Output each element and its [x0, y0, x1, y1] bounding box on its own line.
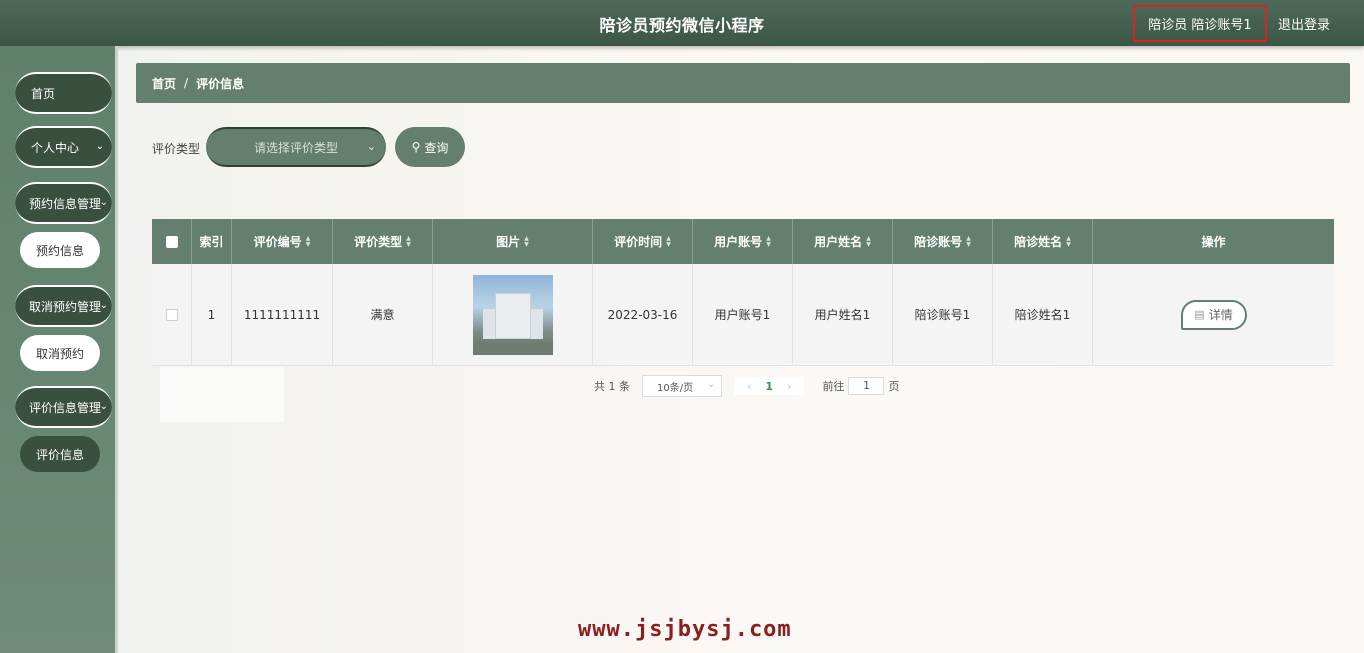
sidebar-item-label: 取消预约管理 — [29, 299, 102, 314]
sidebar-item-booking-management[interactable]: 预约信息管理 ⌄ — [15, 182, 112, 224]
sort-icon: ▲ ▼ — [524, 234, 529, 248]
cell-image — [433, 264, 593, 365]
background-decoration — [160, 367, 284, 422]
page-list: ‹ 1 › — [734, 377, 805, 395]
column-header-label: 操作 — [1201, 235, 1226, 249]
select-all-checkbox[interactable] — [165, 235, 178, 248]
review-table: 索引 评价编号 ▲ ▼ 评价类型 ▲ ▼ 图片 ▲ ▼ 评价时间 ▲ ▼ 用户账号 ▲ ▼… — [152, 219, 1334, 366]
pagination: 共 1 条 10条/页 ⌄ ‹ 1 › 前往 1 页 — [594, 375, 899, 397]
search-button-label: 查询 — [424, 140, 449, 155]
current-user-label: 陪诊员 陪诊账号1 — [1133, 5, 1267, 42]
review-type-label: 评价类型 — [152, 142, 201, 156]
goto-page-input[interactable]: 1 — [848, 377, 885, 395]
search-button[interactable]: ⚲ 查询 — [395, 127, 465, 167]
sidebar-item-review-management[interactable]: 评价信息管理 ⌄ — [15, 386, 112, 428]
image-road — [472, 342, 553, 355]
top-bar: 陪诊员预约微信小程序 陪诊员 陪诊账号1 退出登录 — [0, 0, 1364, 46]
column-header-escort-account[interactable]: 陪诊账号 ▲ ▼ — [893, 219, 993, 264]
cell-type: 满意 — [333, 264, 433, 365]
cell-user-name: 用户姓名1 — [793, 264, 893, 365]
column-header-label: 用户账号 — [714, 235, 763, 249]
prev-page-icon[interactable]: ‹ — [747, 380, 751, 393]
next-page-icon[interactable]: › — [787, 380, 791, 393]
table-row: 1 1111111111 满意 2022-03-16 用户账号1 用户姓名1 陪… — [152, 264, 1334, 366]
breadcrumb: 首页 / 评价信息 — [136, 63, 1350, 103]
cell-escort-name: 陪诊姓名1 — [993, 264, 1093, 365]
select-all-cell — [152, 219, 192, 264]
chevron-down-icon: ⌄ — [95, 141, 104, 152]
column-header-user-name[interactable]: 用户姓名 ▲ ▼ — [793, 219, 893, 264]
column-header-label: 评价编号 — [253, 235, 302, 249]
column-header-label: 陪诊姓名 — [1014, 235, 1063, 249]
sidebar-item-personal-center[interactable]: 个人中心 ⌄ — [15, 126, 112, 168]
goto-page-suffix: 页 — [888, 380, 900, 393]
goto-label: 前往 — [822, 380, 845, 393]
column-header-type[interactable]: 评价类型 ▲ ▼ — [333, 219, 433, 264]
cell-actions: ▤ 详情 — [1093, 264, 1334, 365]
column-header-label: 评价类型 — [354, 235, 403, 249]
sort-icon: ▲ ▼ — [305, 234, 311, 248]
chevron-down-icon: ⌄ — [99, 401, 108, 412]
cell-escort-account: 陪诊账号1 — [893, 264, 993, 365]
sidebar-item-label: 评价信息管理 — [29, 400, 102, 415]
chevron-down-icon: ⌄ — [707, 380, 715, 390]
select-placeholder: 请选择评价类型 — [253, 140, 338, 155]
row-checkbox[interactable] — [165, 308, 178, 321]
breadcrumb-home[interactable]: 首页 — [152, 75, 176, 92]
sidebar: 首页 个人中心 ⌄ 预约信息管理 ⌄ 预约信息 取消预约管理 ⌄ 取消预约 评价… — [0, 46, 118, 653]
column-header-label: 陪诊账号 — [914, 235, 963, 249]
sidebar-subitem-review-info[interactable]: 评价信息 — [20, 436, 100, 472]
logout-link[interactable]: 退出登录 — [1278, 14, 1330, 33]
table-header: 索引 评价编号 ▲ ▼ 评价类型 ▲ ▼ 图片 ▲ ▼ 评价时间 ▲ ▼ 用户账号 ▲ ▼… — [152, 219, 1334, 264]
column-header-label: 索引 — [199, 235, 224, 249]
review-image[interactable] — [472, 274, 553, 355]
sort-icon: ▲ ▼ — [766, 234, 771, 248]
sidebar-item-label: 首页 — [31, 86, 56, 101]
cell-index: 1 — [192, 264, 232, 365]
cell-user-account: 用户账号1 — [693, 264, 793, 365]
breadcrumb-separator: / — [184, 76, 189, 90]
detail-button-label: 详情 — [1208, 308, 1233, 322]
sort-icon: ▲ ▼ — [666, 234, 671, 248]
column-header-escort-name[interactable]: 陪诊姓名 ▲ ▼ — [993, 219, 1093, 264]
image-building-tower — [494, 292, 531, 339]
breadcrumb-current: 评价信息 — [196, 76, 245, 91]
search-icon: ⚲ — [411, 140, 421, 154]
column-header-user-account[interactable]: 用户账号 ▲ ▼ — [693, 219, 793, 264]
sidebar-subitem-booking-info[interactable]: 预约信息 — [20, 232, 100, 268]
chevron-down-icon: ⌄ — [99, 300, 108, 311]
page-size-select[interactable]: 10条/页 ⌄ — [642, 375, 722, 397]
cell-code: 1111111111 — [232, 264, 333, 365]
sidebar-item-home[interactable]: 首页 — [15, 72, 112, 114]
row-select-cell — [152, 264, 192, 365]
column-header-actions: 操作 — [1093, 219, 1334, 264]
sort-icon: ▲ ▼ — [966, 234, 971, 248]
sort-icon: ▲ ▼ — [1066, 234, 1071, 248]
review-type-select[interactable]: 请选择评价类型 ⌄ — [206, 127, 386, 167]
cell-time: 2022-03-16 — [593, 264, 693, 365]
column-header-label: 评价时间 — [614, 235, 663, 249]
sidebar-subitem-cancel-booking[interactable]: 取消预约 — [20, 335, 100, 371]
column-header-index: 索引 — [192, 219, 232, 264]
sidebar-item-cancel-management[interactable]: 取消预约管理 ⌄ — [15, 285, 112, 327]
column-header-label: 用户姓名 — [814, 235, 863, 249]
page-number-current[interactable]: 1 — [765, 380, 773, 393]
sidebar-item-label: 个人中心 — [31, 140, 80, 155]
chevron-down-icon: ⌄ — [99, 197, 108, 208]
sort-icon: ▲ ▼ — [406, 234, 411, 248]
detail-button[interactable]: ▤ 详情 — [1180, 299, 1247, 330]
chevron-down-icon: ⌄ — [366, 140, 376, 153]
watermark: www.jsjbysj.com — [578, 617, 792, 642]
sort-icon: ▲ ▼ — [866, 234, 871, 248]
page-size-value: 10条/页 — [657, 382, 694, 394]
column-header-time[interactable]: 评价时间 ▲ ▼ — [593, 219, 693, 264]
sidebar-item-label: 预约信息管理 — [29, 196, 102, 211]
column-header-image[interactable]: 图片 ▲ ▼ — [433, 219, 593, 264]
document-icon: ▤ — [1194, 308, 1205, 321]
column-header-label: 图片 — [496, 235, 521, 249]
column-header-code[interactable]: 评价编号 ▲ ▼ — [232, 219, 333, 264]
pagination-total: 共 1 条 — [594, 380, 630, 393]
